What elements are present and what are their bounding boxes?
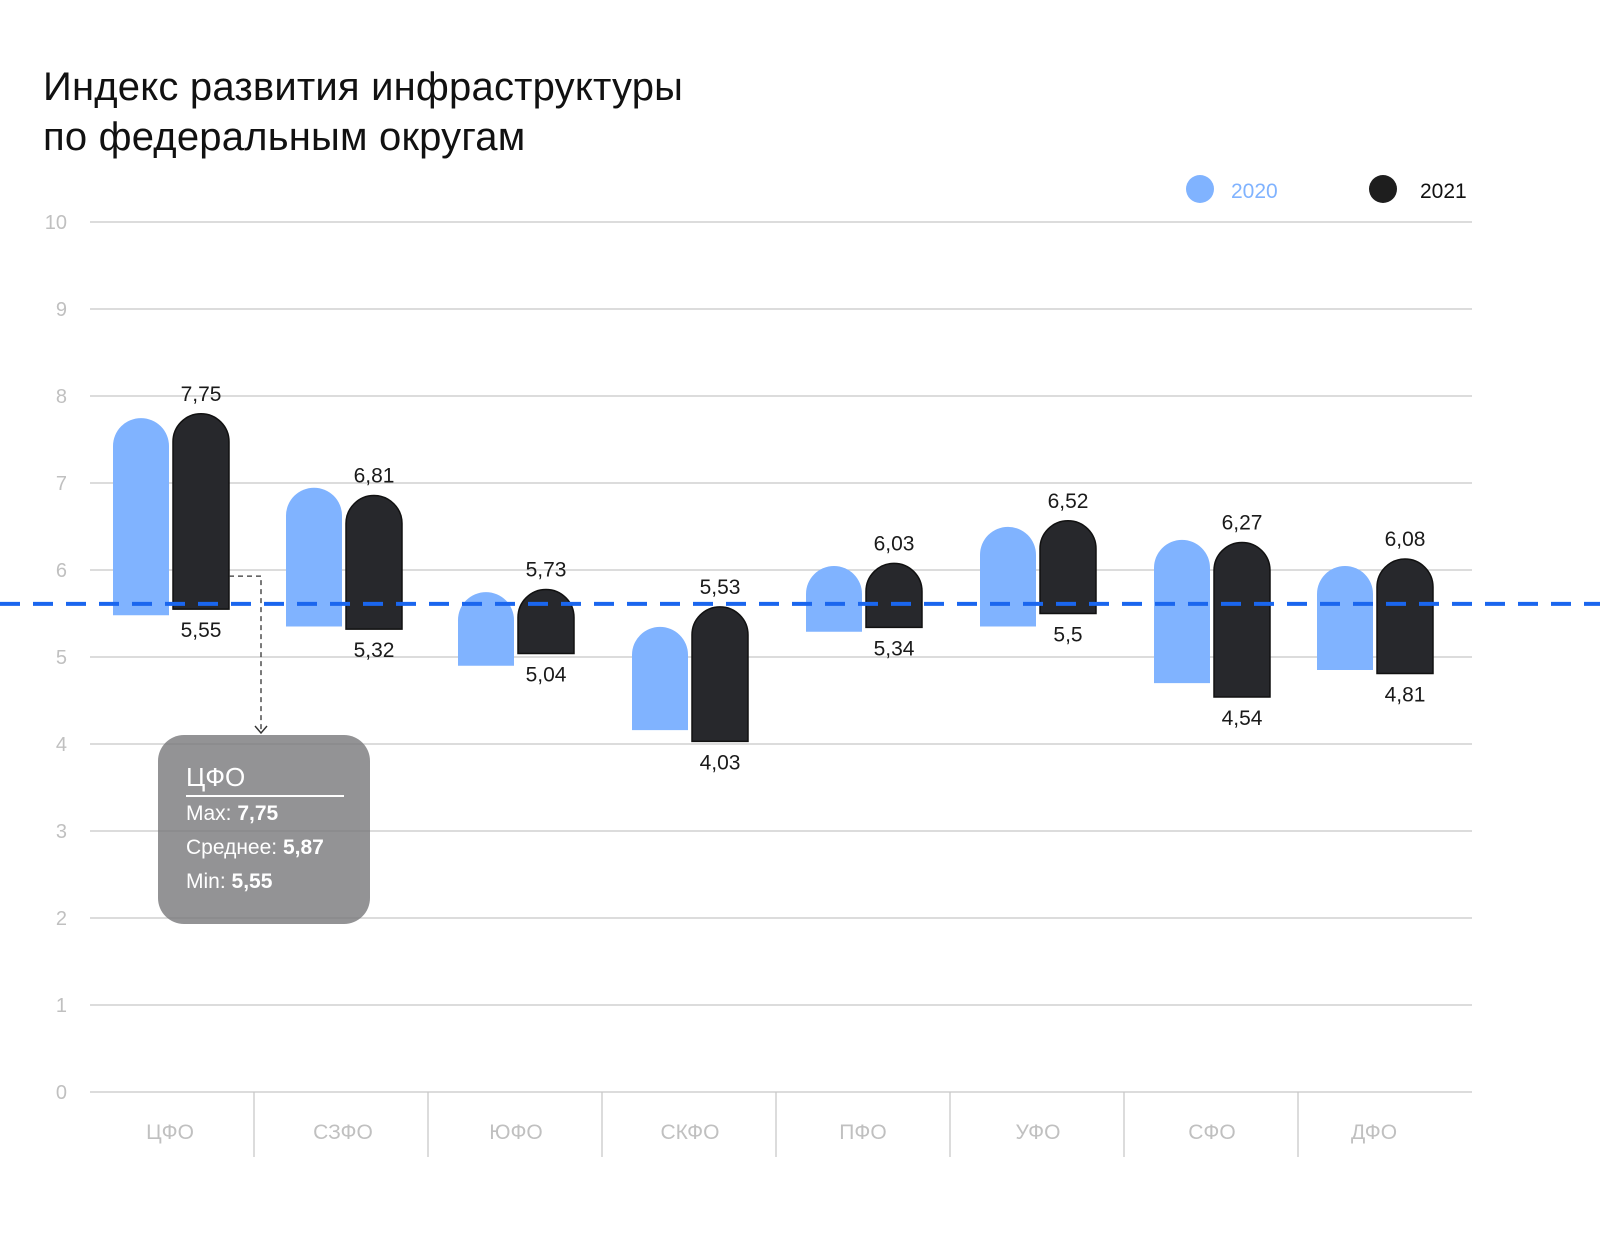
bar-2020-СФО [1154,539,1210,684]
data-label-min: 5,55 [181,619,222,642]
x-tick-label: ЦФО [146,1121,194,1144]
tooltip-title: ЦФО [186,761,344,797]
data-label-max: 7,75 [181,383,222,406]
x-tick-label: ДФО [1351,1121,1397,1144]
y-tick-label: 10 [45,212,67,234]
bar-2021-СКФО [691,606,749,743]
y-tick-label: 0 [56,1082,67,1104]
data-label-max: 6,27 [1222,512,1263,535]
data-label-max: 6,08 [1385,528,1426,551]
legend-label-2020: 2020 [1231,180,1278,203]
bar-2020-УФО [980,526,1036,627]
y-tick-label: 7 [56,473,67,495]
bar-2021-УФО [1039,520,1097,615]
bar-2021-ЦФО [172,413,230,610]
data-label-min: 5,34 [874,637,915,660]
bar-2020-СКФО [632,626,688,731]
tooltip-max: Max: 7,75 [186,802,279,825]
bar-2021-ДФО [1376,558,1434,675]
y-tick-label: 8 [56,386,67,408]
tooltip-average-value: 5,87 [282,836,324,859]
legend-label-2021: 2021 [1420,180,1467,203]
bar-2021-СЗФО [345,494,403,630]
data-label-min: 5,5 [1053,624,1082,647]
tooltip-min-value: 5,55 [231,870,273,893]
data-label-min: 4,03 [700,751,741,774]
data-label-max: 6,81 [354,465,395,488]
tooltip-min: Min: 5,55 [186,870,273,893]
bar-2020-ЦФО [113,418,170,616]
legend-dot-2021-icon [1369,175,1397,203]
data-label-max: 6,52 [1048,490,1089,513]
y-tick-label: 2 [56,908,67,930]
bar-2021-ЮФО [517,588,575,655]
data-label-max: 5,73 [526,558,567,581]
bar-2020-ПФО [806,566,862,632]
y-tick-label: 3 [56,821,67,843]
data-label-max: 5,53 [700,576,741,599]
x-tick-label: СФО [1188,1121,1235,1144]
y-tick-label: 1 [56,995,67,1017]
data-label-min: 5,32 [354,639,395,662]
x-tick-label: УФО [1016,1121,1061,1144]
y-tick-label: 9 [56,299,67,321]
data-label-min: 4,54 [1222,707,1263,730]
tooltip-cfo: ЦФО Max: 7,75 Среднее: 5,87 Min: 5,55 [158,735,370,924]
x-tick-label: СКФО [661,1121,720,1144]
x-tick-label: ЮФО [489,1121,543,1144]
tooltip-connector [229,575,262,731]
tooltip-average: Среднее: 5,87 [186,836,324,859]
y-tick-label: 4 [56,734,67,756]
data-label-min: 4,81 [1385,684,1426,707]
bar-2020-ДФО [1317,566,1373,671]
x-tick-label: ПФО [839,1121,886,1144]
bar-2021-СФО [1213,541,1271,698]
bar-2021-ПФО [865,562,923,629]
y-tick-label: 6 [56,560,67,582]
y-tick-label: 5 [56,647,67,669]
data-label-min: 5,04 [526,664,567,687]
data-label-max: 6,03 [874,532,915,555]
legend-dot-2020-icon [1186,175,1214,203]
tooltip-max-value: 7,75 [237,802,279,825]
chart-canvas: 0 1 2 3 4 5 6 7 8 9 10 ЦФО СЗФО ЮФО СКФО ПФО УФО СФО ДФО 7,… [0,175,1600,1157]
x-tick-label: СЗФО [313,1121,373,1144]
